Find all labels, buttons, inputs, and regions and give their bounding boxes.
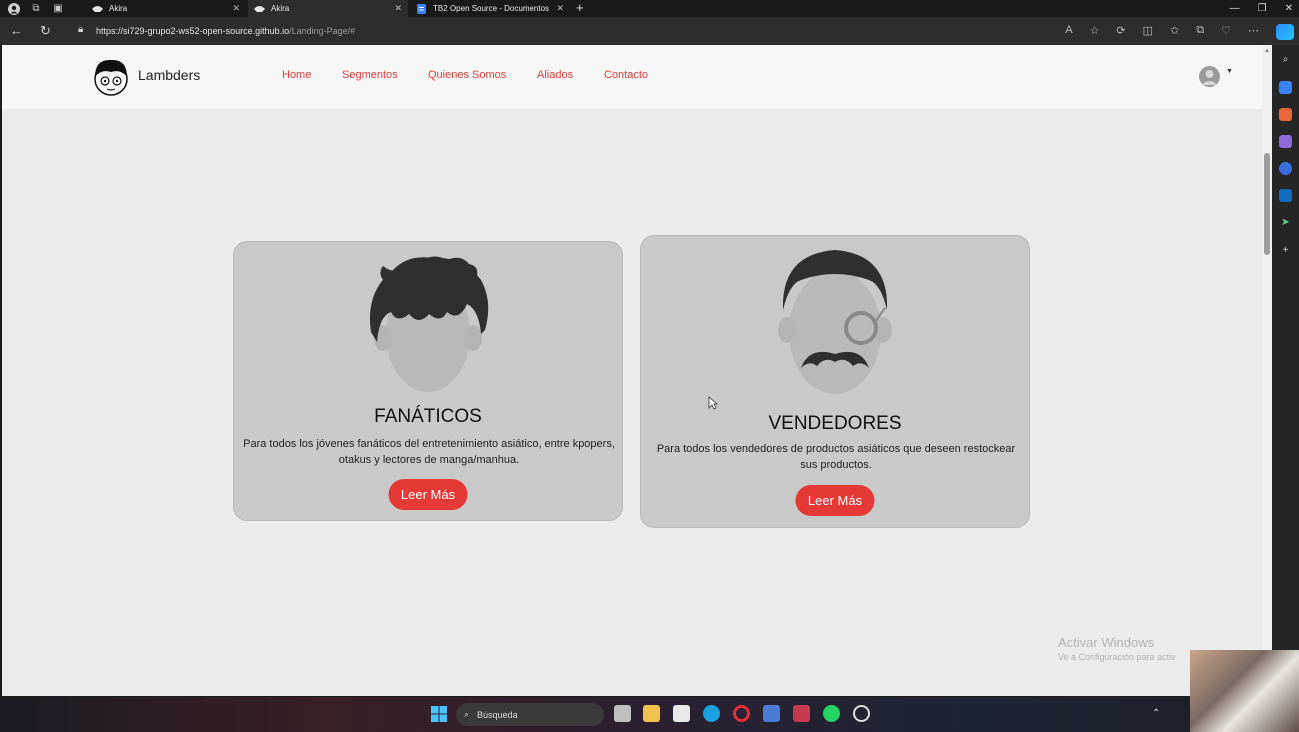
windows-activation-watermark: Activar Windows Ve a Configuración para … xyxy=(1058,635,1176,662)
nav-link-segmentos[interactable]: Segmentos xyxy=(342,69,398,81)
copilot-icon[interactable] xyxy=(1276,24,1294,40)
games-icon[interactable] xyxy=(1279,135,1292,148)
tab-actions-icon[interactable]: ▣ xyxy=(50,2,66,16)
search-icon: ⌕ xyxy=(464,709,470,719)
search-label: Búsqueda xyxy=(477,709,518,720)
url-path: /Landing-Page/# xyxy=(289,26,356,36)
tools-icon[interactable] xyxy=(1279,108,1292,121)
microsoft-365-icon[interactable] xyxy=(1279,162,1292,175)
brand-name[interactable]: Lambders xyxy=(138,67,200,83)
edge-sidebar: ⌕ ➤ + xyxy=(1272,45,1299,697)
edge-browser-icon[interactable] xyxy=(703,705,720,722)
shopping-icon[interactable] xyxy=(1279,81,1292,94)
url-field[interactable]: https://si729-grupo2-ws52-open-source.gi… xyxy=(96,26,355,36)
card-description: Para todos los jóvenes fanáticos del ent… xyxy=(243,438,615,466)
minimize-icon[interactable]: — xyxy=(1230,3,1240,14)
segment-card-vendedores: VENDEDORES Para todos los vendedores de … xyxy=(640,235,1030,528)
user-avatar-icon[interactable] xyxy=(1199,66,1220,87)
page-viewport: Lambders Home Segmentos Quienes Somos Al… xyxy=(2,45,1262,696)
split-screen-icon[interactable]: ◫ xyxy=(1143,24,1153,37)
akira-favicon-icon xyxy=(254,5,265,13)
store-icon[interactable] xyxy=(673,705,690,722)
tab-title: TB2 Open Source - Documentos xyxy=(433,4,550,13)
young-person-avatar-icon xyxy=(369,256,489,392)
lock-icon[interactable]: 🔒︎ xyxy=(78,24,83,35)
opera-icon[interactable] xyxy=(733,705,750,722)
url-host: https://si729-grupo2-ws52-open-source.gi… xyxy=(96,26,290,36)
segment-card-fanaticos: FANÁTICOS Para todos los jóvenes fanátic… xyxy=(233,241,623,521)
browser-essentials-icon[interactable]: ♡ xyxy=(1221,24,1231,37)
card-title: FANÁTICOS xyxy=(374,406,482,427)
site-navbar: Lambders Home Segmentos Quienes Somos Al… xyxy=(2,45,1262,109)
user-menu-caret-icon[interactable]: ▼ xyxy=(1226,68,1233,75)
mouse-cursor-icon xyxy=(708,396,718,410)
page-scrollbar[interactable]: ▲ xyxy=(1262,45,1272,696)
lambders-logo-icon[interactable] xyxy=(91,57,131,97)
browser-tab-active[interactable]: Akira ✕ xyxy=(248,0,408,17)
file-explorer-icon[interactable] xyxy=(643,705,660,722)
leer-mas-button[interactable]: Leer Más xyxy=(388,479,468,510)
reload-icon[interactable]: ↻ xyxy=(40,23,51,39)
read-aloud-icon[interactable]: A xyxy=(1065,24,1072,37)
nav-link-quienes-somos[interactable]: Quienes Somos xyxy=(428,69,506,81)
add-sidebar-app-icon[interactable]: + xyxy=(1279,244,1292,257)
media-player-icon[interactable] xyxy=(853,705,870,722)
browser-tab[interactable]: Akira ✕ xyxy=(86,0,246,17)
close-tab-icon[interactable]: ✕ xyxy=(394,3,402,14)
close-tab-icon[interactable]: ✕ xyxy=(556,3,564,14)
favorites-icon[interactable]: ✩ xyxy=(1170,24,1179,37)
task-view-icon[interactable] xyxy=(614,705,631,722)
app-icon[interactable] xyxy=(763,705,780,722)
back-icon[interactable]: ← xyxy=(10,23,23,38)
card-description: Para todos los vendedores de productos a… xyxy=(656,443,1016,471)
windows-taskbar: ⌕ Búsqueda xyxy=(0,697,1299,732)
akira-favicon-icon xyxy=(92,5,103,13)
card-title: VENDEDORES xyxy=(768,413,902,434)
tray-overflow-icon[interactable]: ⌃ xyxy=(1152,708,1160,719)
favorite-star-icon[interactable]: ☆ xyxy=(1090,24,1100,37)
nav-link-home[interactable]: Home xyxy=(282,69,311,81)
search-icon[interactable]: ⌕ xyxy=(1279,53,1292,66)
browser-tab[interactable]: TB2 Open Source - Documentos ✕ xyxy=(410,0,570,17)
browser-toolbar: A ☆ ⟳ ◫ ✩ ⧉ ♡ ⋯ xyxy=(1065,24,1259,37)
collections-icon[interactable]: ⧉ xyxy=(1196,24,1204,37)
docs-favicon-icon xyxy=(416,3,427,14)
windows-start-icon[interactable] xyxy=(431,706,447,722)
leer-mas-button[interactable]: Leer Más xyxy=(795,485,875,516)
browser-tab-bar: ⧉ ▣ Akira ✕ Akira ✕ TB2 Open Source - Do… xyxy=(0,0,1299,17)
extensions-icon[interactable]: ⟳ xyxy=(1116,24,1125,37)
send-icon[interactable]: ➤ xyxy=(1279,216,1292,229)
close-window-icon[interactable]: ✕ xyxy=(1285,3,1293,14)
window-controls: — ❐ ✕ xyxy=(1230,0,1293,17)
nav-link-aliados[interactable]: Aliados xyxy=(537,69,573,81)
taskbar-search[interactable]: ⌕ Búsqueda xyxy=(456,703,604,726)
nav-link-contacto[interactable]: Contacto xyxy=(604,69,648,81)
monocle-mustache-avatar-icon xyxy=(778,250,892,394)
webcam-overlay xyxy=(1190,650,1299,732)
intellij-icon[interactable] xyxy=(793,705,810,722)
tab-title: Akira xyxy=(271,4,290,13)
workspaces-icon[interactable]: ⧉ xyxy=(28,2,44,16)
scrollbar-thumb[interactable] xyxy=(1264,153,1270,255)
profile-icon[interactable] xyxy=(6,2,22,16)
close-tab-icon[interactable]: ✕ xyxy=(232,3,240,14)
outlook-icon[interactable] xyxy=(1279,189,1292,202)
restore-icon[interactable]: ❐ xyxy=(1258,3,1267,14)
address-bar: ← ↻ 🔒︎ https://si729-grupo2-ws52-open-so… xyxy=(0,17,1299,45)
new-tab-button[interactable]: + xyxy=(576,0,584,15)
whatsapp-icon[interactable] xyxy=(823,705,840,722)
more-options-icon[interactable]: ⋯ xyxy=(1248,24,1259,37)
watermark-subtitle: Ve a Configuración para activ xyxy=(1058,652,1176,662)
tab-title: Akira xyxy=(109,4,128,13)
watermark-title: Activar Windows xyxy=(1058,635,1155,650)
scroll-up-icon[interactable]: ▲ xyxy=(1264,48,1270,54)
